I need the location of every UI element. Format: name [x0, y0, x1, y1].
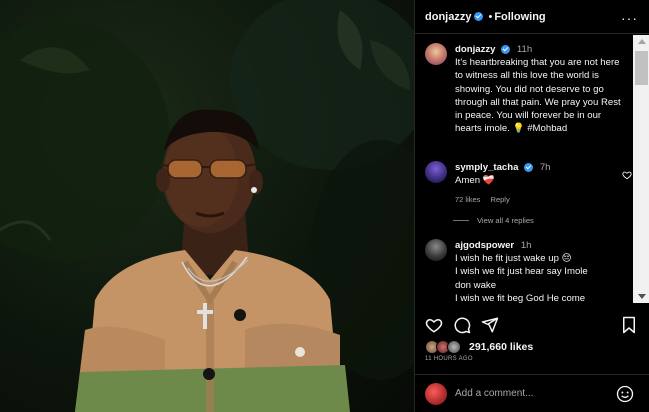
likes-count[interactable]: 291,660 likes	[469, 341, 533, 353]
avatar[interactable]	[425, 239, 447, 261]
emoji-icon[interactable]	[616, 385, 634, 403]
verified-icon	[501, 44, 511, 54]
avatar	[425, 382, 447, 405]
reply-button[interactable]: Reply	[491, 195, 510, 204]
add-comment-bar	[415, 374, 649, 412]
caption-time[interactable]: 11h	[517, 44, 532, 55]
comment-time[interactable]: 1h	[521, 240, 532, 251]
share-icon[interactable]	[481, 316, 499, 334]
avatar[interactable]	[425, 43, 447, 65]
post-image	[0, 0, 414, 412]
comment-line: I wish we fit just hear say Imole	[455, 266, 588, 278]
following-button[interactable]: Following	[494, 11, 545, 23]
verified-icon	[474, 12, 484, 21]
caption-text: It's heartbreaking that you are not here…	[455, 57, 621, 135]
comments-list[interactable]: donjazzy 11h It's heartbreaking that you…	[415, 35, 633, 303]
comment-meta: 72 likes Reply	[455, 193, 625, 206]
like-comment-heart-icon[interactable]	[622, 170, 632, 180]
header-username[interactable]: donjazzy	[425, 11, 471, 23]
heart-icon[interactable]	[425, 316, 443, 334]
avatar	[447, 340, 461, 354]
comment-username[interactable]: ajgodspower	[455, 240, 514, 251]
scroll-down-icon[interactable]	[638, 294, 646, 299]
comment-text: Amen ❤️‍🩹	[455, 175, 495, 187]
scroll-up-icon[interactable]	[638, 39, 646, 44]
comment-line: don wake	[455, 279, 497, 291]
bookmark-icon[interactable]	[621, 316, 637, 334]
scrollbar-thumb[interactable]	[635, 51, 648, 85]
header-separator: •	[488, 10, 493, 23]
liker-avatars	[425, 340, 469, 354]
comment-time[interactable]: 7h	[540, 162, 551, 173]
post-header: donjazzy • Following ···	[415, 0, 649, 34]
post-sidebar: donjazzy • Following ··· donjazzy 11h It…	[414, 0, 649, 412]
view-replies-button[interactable]: View all 4 replies	[453, 216, 534, 225]
comment-line: I wish we fit beg God He come	[455, 292, 586, 303]
comment-icon[interactable]	[453, 316, 471, 334]
comment-input[interactable]	[455, 388, 605, 399]
comments-scrollbar[interactable]	[633, 35, 649, 303]
post-timestamp[interactable]: 11 HOURS AGO	[425, 356, 473, 362]
caption-username[interactable]: donjazzy	[455, 44, 496, 55]
comment-line: I wish he fit just wake up 😔	[455, 253, 572, 265]
replies-divider	[453, 220, 469, 221]
comment-likes[interactable]: 72 likes	[455, 195, 480, 204]
likes-row[interactable]: 291,660 likes	[425, 340, 533, 354]
verified-icon	[524, 162, 534, 172]
view-replies-label: View all 4 replies	[477, 216, 534, 225]
avatar[interactable]	[425, 161, 447, 183]
more-options-icon[interactable]: ···	[621, 10, 638, 26]
action-bar	[415, 313, 649, 337]
comment-username[interactable]: symply_tacha	[455, 162, 518, 173]
post-photo[interactable]	[0, 0, 414, 412]
